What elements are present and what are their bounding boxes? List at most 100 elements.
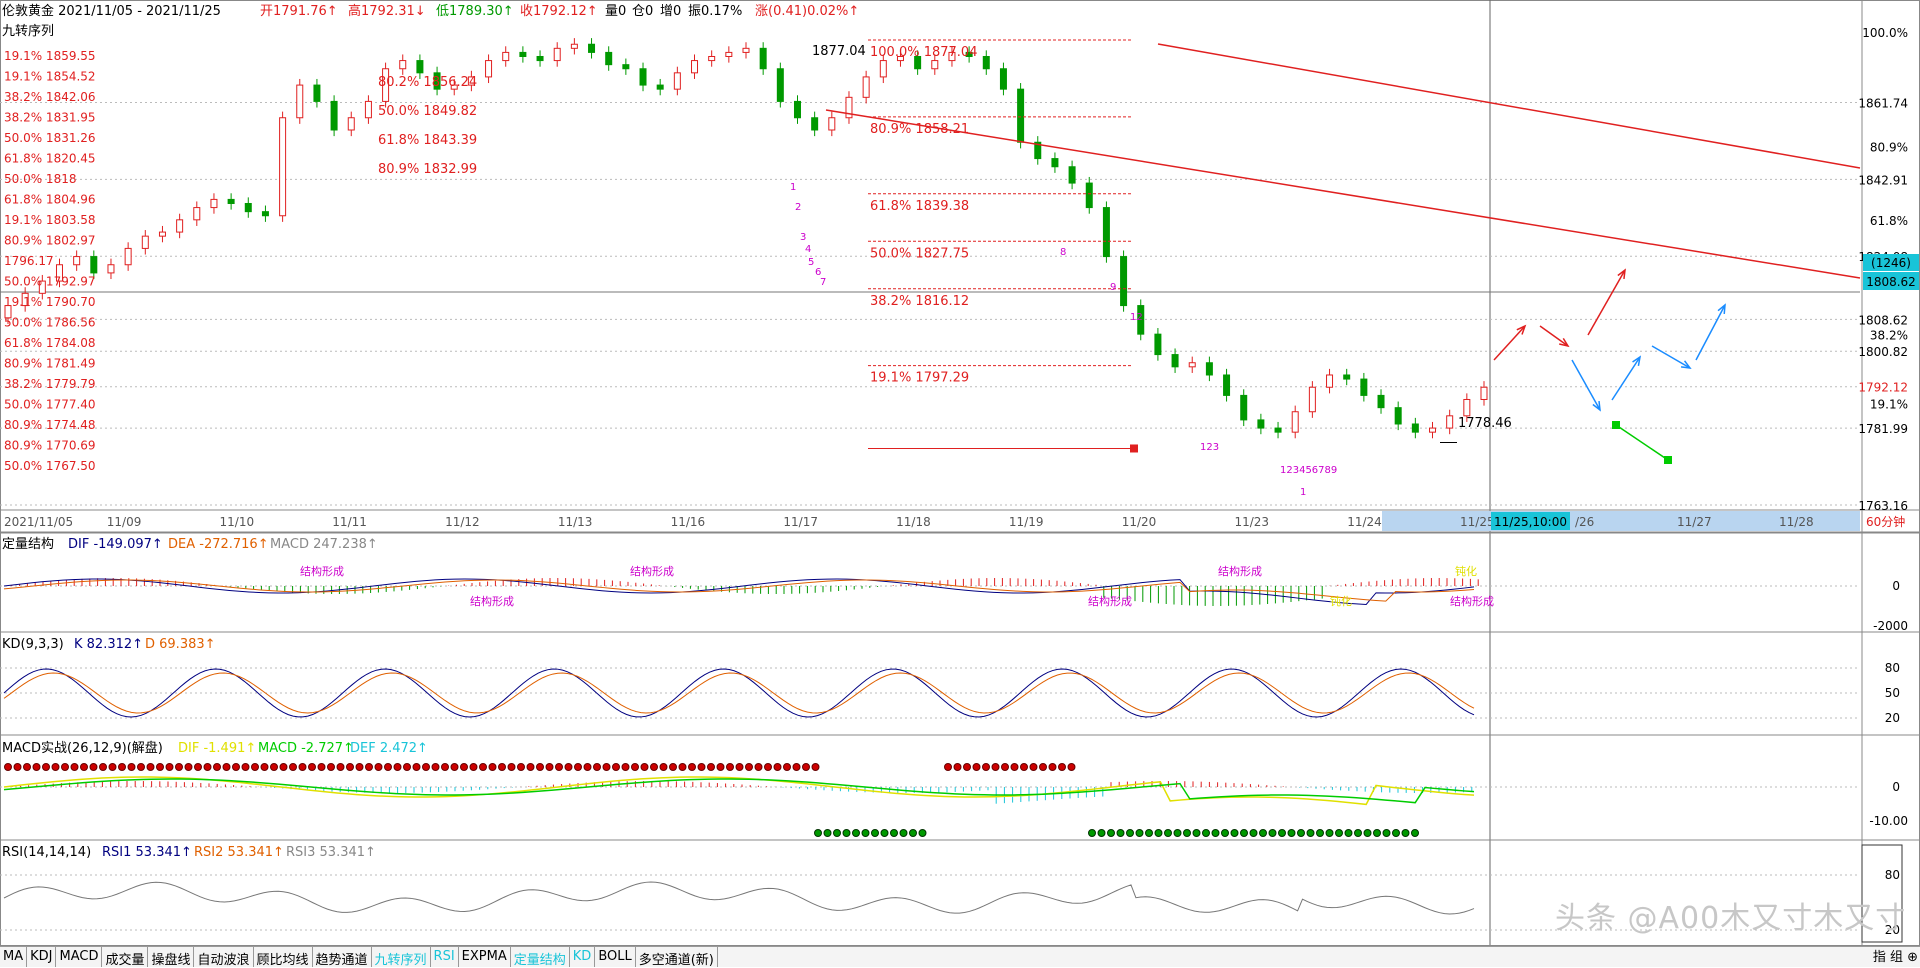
macd-annotation-1: 结构形成 <box>470 594 514 608</box>
td-number-4: 5 <box>808 257 814 268</box>
macd2-red-dot-22 <box>213 763 221 771</box>
tab-3[interactable]: 成交量 <box>102 947 149 968</box>
macd2-red-dot-55 <box>526 763 535 771</box>
left-fib-1: 19.1% 1854.52 <box>4 70 96 84</box>
candle-body-45 <box>776 68 784 102</box>
candle-body-64 <box>1102 207 1110 258</box>
candle-body-34 <box>588 43 596 53</box>
macd2-green-dot-b-4 <box>1126 829 1134 837</box>
macd2-green-dot-b-14 <box>1221 829 1229 837</box>
macd2-macd-line <box>3 778 1475 804</box>
tab-1[interactable]: KDJ <box>27 947 57 967</box>
tab-2[interactable]: MACD <box>56 947 103 967</box>
header-field-5: 仓0 <box>632 4 653 19</box>
x-label-12: 11/24 <box>1347 515 1382 529</box>
candle-body-10 <box>176 219 184 233</box>
tab-10[interactable]: EXPMA <box>459 947 511 967</box>
macd2-red-dot-6 <box>61 763 69 771</box>
macd2-red-dot-59 <box>564 763 573 771</box>
macd2-green-dot-b-32 <box>1392 829 1400 837</box>
macd2-red-dot-32 <box>308 763 316 771</box>
macd2-red-dot-9 <box>89 763 98 771</box>
macd2-red-dot-b-11 <box>1048 763 1057 771</box>
forecast-arrow-5 <box>1651 345 1691 369</box>
tab-0[interactable]: MA <box>0 947 28 967</box>
candle-body-46 <box>793 100 801 119</box>
candle-body-12 <box>210 198 218 209</box>
td-number-11: 123456789 <box>1280 465 1337 476</box>
tab-6[interactable]: 顾比均线 <box>254 947 313 968</box>
macd2-red-dot-77 <box>735 763 744 771</box>
price-tick-3: 1808.62 <box>1858 313 1908 327</box>
candle-body-48 <box>828 117 836 131</box>
macd-annotation-7: 结构形成 <box>1450 594 1494 608</box>
trendline-upper <box>1157 43 1861 169</box>
mid-fib-2: 61.8% 1843.39 <box>378 133 477 148</box>
td-number-7: 8 <box>1060 247 1066 258</box>
candle-body-24 <box>416 60 424 74</box>
candle-body-81 <box>1394 407 1402 425</box>
tab-13[interactable]: BOLL <box>595 947 636 967</box>
macd2-tick-1: -10.00 <box>1869 814 1908 828</box>
macd2-red-dot-27 <box>260 763 269 771</box>
macd2-red-dot-65 <box>621 763 630 771</box>
candle-body-69 <box>1188 362 1196 368</box>
candle-body-37 <box>639 68 647 86</box>
macd2-red-dot-52 <box>498 763 506 771</box>
tab-4[interactable]: 操盘线 <box>148 947 195 968</box>
td-number-10: 123 <box>1200 442 1219 453</box>
macd2-red-dot-62 <box>593 763 601 771</box>
tab-7[interactable]: 趋势通道 <box>313 947 372 968</box>
tab-5[interactable]: 自动波浪 <box>194 947 254 968</box>
macd2-red-dot-82 <box>783 763 791 771</box>
candle-body-68 <box>1171 354 1179 368</box>
candle-body-19 <box>330 100 338 131</box>
tab-9[interactable]: RSI <box>431 947 459 967</box>
forecast-green-end <box>1664 456 1672 464</box>
tab-8[interactable]: 九转序列 <box>372 947 431 968</box>
macd2-green-dot-6 <box>871 829 879 837</box>
candle-body-31 <box>536 55 544 62</box>
fib-label-5: 19.1% 1797.29 <box>870 371 969 386</box>
td-number-3: 4 <box>805 244 811 255</box>
header-field-3: 收1792.12↑ <box>520 4 598 19</box>
macd2-green-dot-4 <box>852 829 860 837</box>
macd2-green-dot-b-6 <box>1145 829 1153 837</box>
header-field-7: 振0.17% <box>688 4 742 19</box>
header-title: 伦敦黄金 2021/11/05 - 2021/11/25 <box>2 3 221 19</box>
tab-14[interactable]: 多空通道(新) <box>636 947 718 968</box>
forecast-green-line <box>1615 424 1669 461</box>
macd2-red-dot-42 <box>403 763 411 771</box>
macd2-red-dot-b-2 <box>963 763 971 771</box>
macd2-red-dot-15 <box>146 763 155 771</box>
macd2-red-dot-23 <box>222 763 231 771</box>
macd2-red-dot-8 <box>80 763 88 771</box>
tab-11[interactable]: 定量结构 <box>511 947 570 968</box>
macd2-green-dot-b-17 <box>1249 829 1258 837</box>
rsi-line <box>3 881 1475 915</box>
macd2-red-dot-35 <box>336 763 345 771</box>
x-label-3: 11/11 <box>332 515 367 529</box>
td-number-9: 12 <box>1130 312 1143 323</box>
macd2-green-dot-5 <box>861 829 870 837</box>
macd2-red-dot-83 <box>792 763 801 771</box>
candle-body-79 <box>1360 378 1368 396</box>
macd2-red-dot-36 <box>346 763 354 771</box>
outer-frame <box>0 0 1920 946</box>
macd2-red-dot-61 <box>583 763 592 771</box>
mid-fib-3: 80.9% 1832.99 <box>378 162 477 177</box>
chart-canvas[interactable]: 伦敦黄金 2021/11/05 - 2021/11/25 开1791.76↑ 高17… <box>0 0 1920 947</box>
macd2-red-dot-73 <box>697 763 706 771</box>
candle-body-65 <box>1120 256 1128 307</box>
rsi-tick-0: 80 <box>1885 868 1900 882</box>
macd2-red-dot-b-7 <box>1010 763 1019 771</box>
macd2-red-dot-b-9 <box>1029 763 1038 771</box>
macd2-red-dot-37 <box>355 763 364 771</box>
tab-12[interactable]: KD <box>570 947 596 967</box>
candle-body-8 <box>141 235 149 249</box>
price-tick-1: 1842.91 <box>1858 173 1908 187</box>
candle-body-59 <box>1017 88 1025 143</box>
corner-controls[interactable]: 指 组 ⊕ <box>1873 946 1918 965</box>
macd-tick-0: 0 <box>1892 579 1900 593</box>
td-number-1: 2 <box>795 202 801 213</box>
